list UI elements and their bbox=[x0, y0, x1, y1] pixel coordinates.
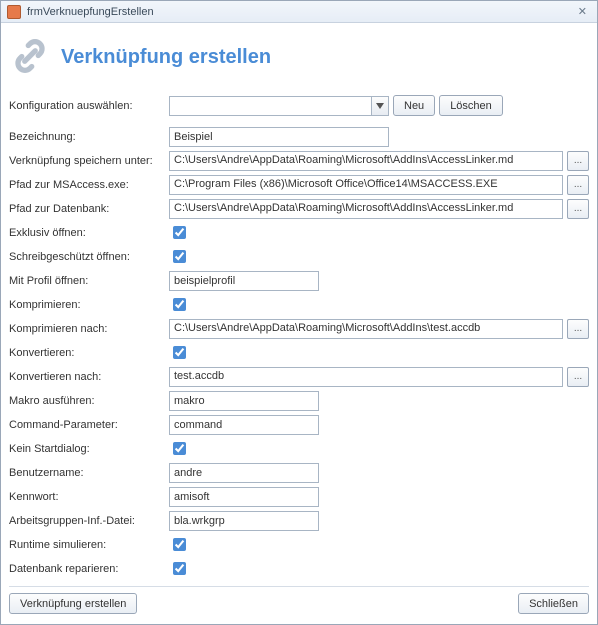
window: frmVerknuepfungErstellen ✕ Verknüpfung e… bbox=[0, 0, 598, 625]
label-wrkgrp: Arbeitsgruppen-Inf.-Datei: bbox=[9, 515, 169, 527]
row-runtime: Runtime simulieren: bbox=[9, 533, 589, 556]
close-button[interactable]: Schließen bbox=[518, 593, 589, 614]
row-konvertieren-nach: Konvertieren nach: test.accdb ... bbox=[9, 365, 589, 388]
browse-speichern-button[interactable]: ... bbox=[567, 151, 589, 171]
link-icon bbox=[9, 35, 51, 80]
bottom-bar: Verknüpfung erstellen Schließen bbox=[9, 586, 589, 614]
row-komprimieren: Komprimieren: bbox=[9, 293, 589, 316]
browse-konvertieren-button[interactable]: ... bbox=[567, 367, 589, 387]
close-icon[interactable]: ✕ bbox=[574, 5, 591, 18]
row-startdialog: Kein Startdialog: bbox=[9, 437, 589, 460]
row-kennwort: Kennwort: bbox=[9, 485, 589, 508]
kennwort-input[interactable] bbox=[169, 487, 319, 507]
speichern-path[interactable]: C:\Users\Andre\AppData\Roaming\Microsoft… bbox=[169, 151, 563, 171]
row-command: Command-Parameter: bbox=[9, 413, 589, 436]
konvertieren-checkbox[interactable] bbox=[173, 346, 186, 359]
label-kennwort: Kennwort: bbox=[9, 491, 169, 503]
row-config: Konfiguration auswählen: Neu Löschen bbox=[9, 94, 589, 117]
command-input[interactable] bbox=[169, 415, 319, 435]
msaccess-path[interactable]: C:\Program Files (x86)\Microsoft Office\… bbox=[169, 175, 563, 195]
schreibschutz-checkbox[interactable] bbox=[173, 250, 186, 263]
row-konvertieren: Konvertieren: bbox=[9, 341, 589, 364]
repair-checkbox[interactable] bbox=[173, 562, 186, 575]
row-makro: Makro ausführen: bbox=[9, 389, 589, 412]
label-startdialog: Kein Startdialog: bbox=[9, 443, 169, 455]
label-komprimieren-nach: Komprimieren nach: bbox=[9, 323, 169, 335]
label-konvertieren-nach: Konvertieren nach: bbox=[9, 371, 169, 383]
bezeichnung-input[interactable] bbox=[169, 127, 389, 147]
field-config: Neu Löschen bbox=[169, 95, 589, 116]
benutzer-input[interactable] bbox=[169, 463, 319, 483]
wrkgrp-input[interactable] bbox=[169, 511, 319, 531]
row-bezeichnung: Bezeichnung: bbox=[9, 125, 589, 148]
config-combo-text bbox=[170, 97, 371, 115]
startdialog-checkbox[interactable] bbox=[173, 442, 186, 455]
titlebar: frmVerknuepfungErstellen ✕ bbox=[1, 1, 597, 23]
label-config: Konfiguration auswählen: bbox=[9, 100, 169, 112]
label-msaccess: Pfad zur MSAccess.exe: bbox=[9, 179, 169, 191]
row-repair: Datenbank reparieren: bbox=[9, 557, 589, 580]
row-profil: Mit Profil öffnen: bbox=[9, 269, 589, 292]
komprimieren-checkbox[interactable] bbox=[173, 298, 186, 311]
form-icon bbox=[7, 5, 21, 19]
label-runtime: Runtime simulieren: bbox=[9, 539, 169, 551]
runtime-checkbox[interactable] bbox=[173, 538, 186, 551]
browse-datenbank-button[interactable]: ... bbox=[567, 199, 589, 219]
konvertieren-nach-path[interactable]: test.accdb bbox=[169, 367, 563, 387]
page-title: Verknüpfung erstellen bbox=[61, 46, 271, 69]
row-schreibschutz: Schreibgeschützt öffnen: bbox=[9, 245, 589, 268]
config-combo[interactable] bbox=[169, 96, 389, 116]
label-datenbank: Pfad zur Datenbank: bbox=[9, 203, 169, 215]
content: Verknüpfung erstellen Konfiguration ausw… bbox=[1, 23, 597, 624]
row-datenbank: Pfad zur Datenbank: C:\Users\Andre\AppDa… bbox=[9, 197, 589, 220]
label-komprimieren: Komprimieren: bbox=[9, 299, 169, 311]
chevron-down-icon[interactable] bbox=[371, 97, 388, 115]
row-speichern: Verknüpfung speichern unter: C:\Users\An… bbox=[9, 149, 589, 172]
makro-input[interactable] bbox=[169, 391, 319, 411]
header: Verknüpfung erstellen bbox=[9, 29, 589, 94]
row-wrkgrp: Arbeitsgruppen-Inf.-Datei: bbox=[9, 509, 589, 532]
new-button[interactable]: Neu bbox=[393, 95, 435, 116]
window-title: frmVerknuepfungErstellen bbox=[27, 6, 574, 18]
row-msaccess: Pfad zur MSAccess.exe: C:\Program Files … bbox=[9, 173, 589, 196]
browse-msaccess-button[interactable]: ... bbox=[567, 175, 589, 195]
label-benutzer: Benutzername: bbox=[9, 467, 169, 479]
row-benutzer: Benutzername: bbox=[9, 461, 589, 484]
label-exklusiv: Exklusiv öffnen: bbox=[9, 227, 169, 239]
label-repair: Datenbank reparieren: bbox=[9, 563, 169, 575]
label-makro: Makro ausführen: bbox=[9, 395, 169, 407]
row-exklusiv: Exklusiv öffnen: bbox=[9, 221, 589, 244]
label-command: Command-Parameter: bbox=[9, 419, 169, 431]
profil-input[interactable] bbox=[169, 271, 319, 291]
komprimieren-nach-path[interactable]: C:\Users\Andre\AppData\Roaming\Microsoft… bbox=[169, 319, 563, 339]
exklusiv-checkbox[interactable] bbox=[173, 226, 186, 239]
datenbank-path[interactable]: C:\Users\Andre\AppData\Roaming\Microsoft… bbox=[169, 199, 563, 219]
create-link-button[interactable]: Verknüpfung erstellen bbox=[9, 593, 137, 614]
label-profil: Mit Profil öffnen: bbox=[9, 275, 169, 287]
browse-komprimieren-button[interactable]: ... bbox=[567, 319, 589, 339]
label-speichern: Verknüpfung speichern unter: bbox=[9, 155, 169, 167]
label-konvertieren: Konvertieren: bbox=[9, 347, 169, 359]
delete-button[interactable]: Löschen bbox=[439, 95, 503, 116]
label-schreibschutz: Schreibgeschützt öffnen: bbox=[9, 251, 169, 263]
row-komprimieren-nach: Komprimieren nach: C:\Users\Andre\AppDat… bbox=[9, 317, 589, 340]
label-bezeichnung: Bezeichnung: bbox=[9, 131, 169, 143]
